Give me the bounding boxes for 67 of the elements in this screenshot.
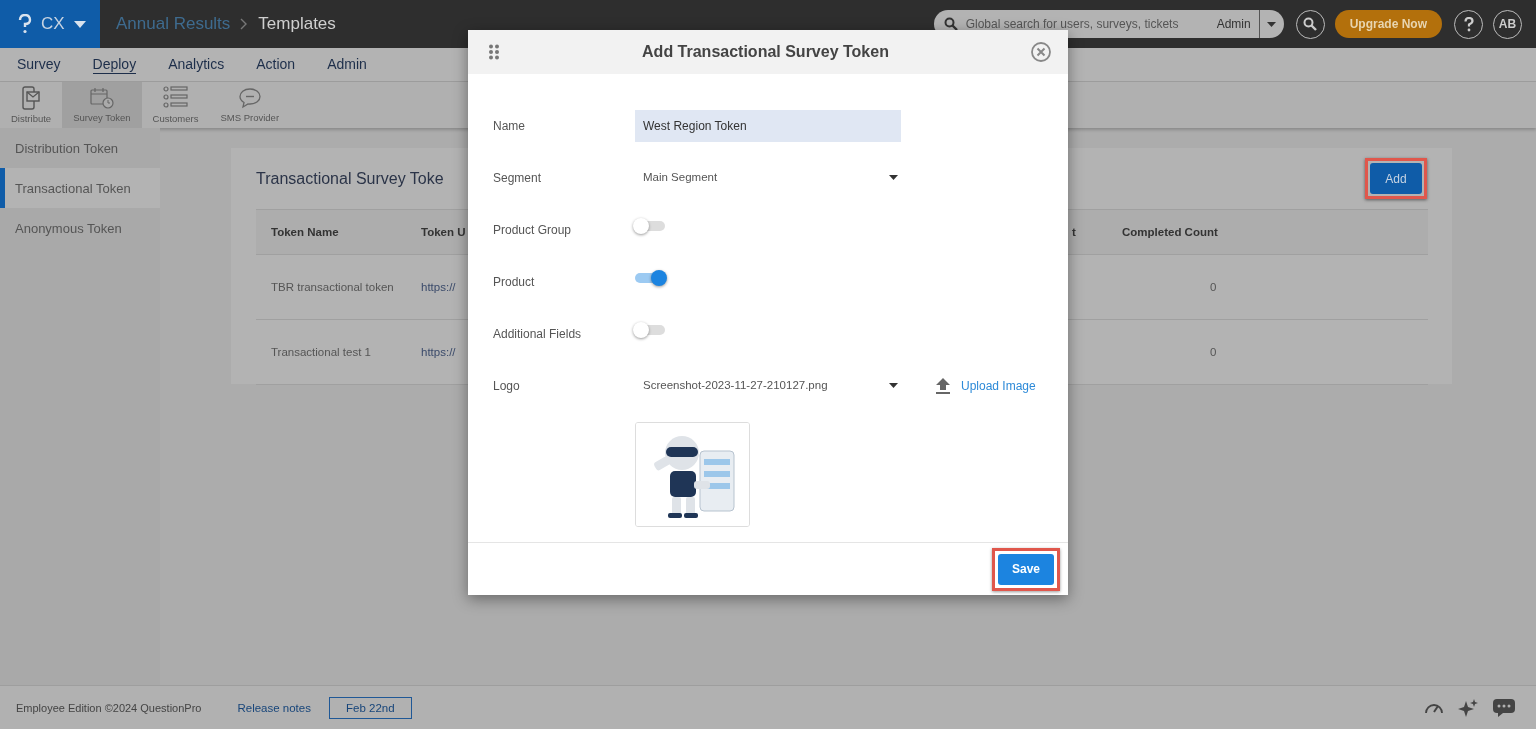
breadcrumb-link[interactable]: Annual Results [116, 14, 231, 34]
field-label: Name [493, 119, 526, 133]
toggle-switch[interactable] [635, 221, 665, 231]
nav-tab[interactable]: Admin [327, 55, 367, 74]
copyright-text: Employee Edition ©2024 QuestionPro [16, 701, 202, 714]
toggle-switch[interactable] [635, 273, 665, 283]
product-switcher[interactable]: CX [0, 0, 100, 48]
date-button[interactable]: Feb 22nd [328, 696, 412, 719]
field-label: Product Group [493, 223, 573, 237]
search-field[interactable]: Global search for users, surveys, tickets [963, 16, 1217, 32]
sidebar-item[interactable]: Distribution Token [0, 128, 160, 168]
card-title: Transactional Survey Toke [256, 169, 444, 188]
upload-icon [936, 378, 950, 394]
release-notes-link[interactable]: Release notes [237, 701, 311, 714]
table-cell: Transactional test 1 [271, 346, 371, 358]
caret-icon [889, 382, 898, 388]
logo-icon [18, 14, 32, 34]
column-header: t [1072, 226, 1076, 238]
column-header: Completed Count [1122, 226, 1218, 238]
nav-tab[interactable]: Analytics [168, 55, 225, 74]
chat-icon[interactable] [1492, 697, 1516, 718]
sidebar-item[interactable]: Anonymous Token [0, 208, 160, 248]
caret-icon [1267, 21, 1277, 27]
calendar-clock-icon [89, 87, 114, 109]
table-cell-text: 0 [1209, 281, 1217, 293]
toolbar-tab[interactable]: SMS Provider [209, 82, 291, 128]
toolbar-tab[interactable]: Customers [141, 82, 210, 128]
nav-tab[interactable]: Action [256, 55, 296, 74]
chevron-icon [240, 18, 249, 30]
field-label: Logo [493, 379, 521, 393]
table-cell: TBR transactional token [271, 281, 394, 293]
add-button[interactable]: Add [1370, 163, 1422, 194]
nav-tab[interactable]: Deploy [92, 55, 137, 74]
search-icon [943, 17, 958, 31]
table-cell: https:// [421, 346, 456, 358]
field-label: Segment [493, 171, 543, 185]
upload-image-link[interactable]: Upload Image [936, 378, 1036, 394]
toolbar-tab[interactable]: Distribute [0, 82, 63, 128]
search-icon [1303, 17, 1318, 31]
toolbar-tab[interactable]: Survey Token [62, 82, 142, 128]
table-cell: https:// [421, 281, 456, 293]
name-field[interactable]: West Region Token [635, 110, 901, 142]
field-label: Additional Fields [493, 327, 583, 341]
table-cell-text: 0 [1209, 346, 1217, 358]
search-scope: Admin [1216, 17, 1251, 31]
toggle-switch[interactable] [635, 325, 665, 335]
sidebar-item[interactable]: Transactional Token [0, 168, 160, 208]
segment-dropdown[interactable]: Main Segment [635, 171, 898, 183]
save-button[interactable]: Save [998, 553, 1054, 585]
help-icon [1463, 16, 1474, 32]
phone-envelope-icon [21, 86, 42, 110]
dialog-title: Add Transactional Survey Token [641, 43, 890, 61]
logo-dropdown[interactable]: Screenshot-2023-11-27-210127.png [635, 379, 898, 391]
caret-icon [73, 20, 86, 28]
column-header: Token U [421, 226, 466, 238]
column-header: Token Name [271, 226, 339, 238]
user-list-icon [162, 86, 189, 110]
breadcrumb-current: Templates [258, 14, 336, 34]
chat-bubble-icon [237, 87, 262, 109]
nav-tab[interactable]: Survey [17, 55, 61, 74]
upgrade-button[interactable]: Upgrade Now [1334, 10, 1442, 38]
field-label: Product [493, 275, 536, 289]
drag-handle-icon[interactable] [488, 44, 500, 60]
sparkle-icon[interactable] [1458, 698, 1478, 717]
caret-icon [889, 174, 898, 180]
close-icon[interactable] [1031, 42, 1051, 62]
product-name: CX [41, 14, 65, 34]
